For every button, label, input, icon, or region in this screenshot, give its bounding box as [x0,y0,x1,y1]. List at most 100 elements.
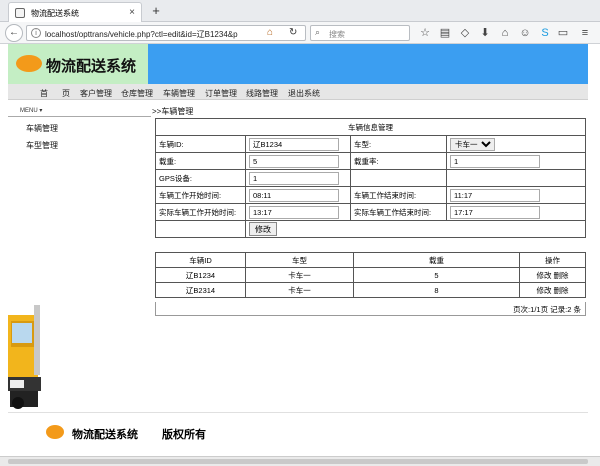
search-box[interactable]: ⌕ 搜索 [310,25,410,41]
side-item-vehicles[interactable]: 车辆管理 [26,123,58,134]
row-actions: 修改 删除 [519,282,586,298]
reload-icon[interactable]: ↻ [289,27,297,38]
actual-start-label: 实际车辆工作开始时间: [155,203,246,221]
menu-logout[interactable]: 退出系统 [288,88,320,99]
vehicle-id-label: 车辆ID: [155,135,246,153]
url-text: localhost/opttrans/vehicle.php?ctl=edit&… [45,30,238,39]
menu-vehicles[interactable]: 车辆管理 [163,88,195,99]
empty-cell [350,169,447,187]
menu-home-1[interactable]: 首 [40,88,48,99]
vehicle-list-table: 车辆ID 车型 载重 操作 辽B1234 卡车一 5 修改 删除 辽B2314 … [155,252,586,298]
browser-tab[interactable]: 物流配送系统 × [8,2,142,22]
site-logo: 物流配送系统 [8,44,148,84]
edit-link[interactable]: 修改 [536,286,551,295]
col-header-actions: 操作 [519,252,586,268]
col-header-id: 车辆ID [155,252,246,268]
menu-routes[interactable]: 线路管理 [246,88,278,99]
start-time-cell [245,186,351,204]
end-time-input[interactable] [450,188,540,202]
scrollbar-thumb[interactable] [8,459,588,464]
logo-sun-icon [16,55,42,72]
bookmark-star-icon[interactable]: ☆ [418,26,432,40]
gps-label: GPS设备: [155,169,246,187]
browser-navbar: ← i localhost/opttrans/vehicle.php?ctl=e… [0,22,600,44]
hamburger-menu-icon[interactable]: ≡ [578,26,592,40]
download-icon[interactable]: ⬇ [478,26,492,40]
gps-cell [245,169,351,187]
load-label: 载重: [155,152,246,170]
load-rate-cell [446,152,586,170]
form-title: 车辆信息管理 [155,118,586,136]
row-type: 卡车一 [245,267,354,283]
row-type: 卡车一 [245,282,354,298]
emoji-icon[interactable]: ☺ [518,26,532,40]
search-icon: ⌕ [315,27,321,37]
pocket-icon[interactable]: ◇ [458,26,472,40]
end-time-cell [446,186,586,204]
empty-cell [446,169,586,187]
empty-cell [155,220,246,238]
top-menu: 首 页 客户管理 仓库管理 车辆管理 订单管理 线路管理 退出系统 [8,84,588,100]
footer-logo-icon [46,425,64,439]
row-actions: 修改 删除 [519,267,586,283]
load-rate-label: 载重率: [350,152,447,170]
home-icon[interactable]: ⌂ [267,27,273,38]
home-toolbar-icon[interactable]: ⌂ [498,26,512,40]
actual-end-cell [446,203,586,221]
delete-link[interactable]: 删除 [554,286,569,295]
load-input[interactable] [249,154,339,168]
row-load: 8 [353,282,520,298]
search-placeholder: 搜索 [329,30,345,39]
vehicle-id-input[interactable] [249,137,339,151]
actual-end-label: 实际车辆工作结束时间: [350,203,447,221]
menu-home-2[interactable]: 页 [62,88,70,99]
page-icon [15,8,25,18]
row-id: 辽B1234 [155,267,246,283]
site-footer: 物流配送系统 版权所有 [8,412,588,456]
menu-customers[interactable]: 客户管理 [80,88,112,99]
new-tab-button[interactable]: + [148,3,164,19]
back-icon[interactable]: ← [5,24,23,42]
tab-title: 物流配送系统 [31,9,79,18]
row-load: 5 [353,267,520,283]
row-id: 辽B2314 [155,282,246,298]
type-select[interactable]: 卡车一 [450,137,495,151]
breadcrumb: >>车辆管理 [152,107,194,116]
footer-name: 物流配送系统 [72,429,138,441]
logo-text: 物流配送系统 [46,58,137,75]
url-bar[interactable]: i localhost/opttrans/vehicle.php?ctl=edi… [26,25,306,41]
submit-button[interactable]: 修改 [249,222,277,236]
type-label: 车型: [350,135,447,153]
start-time-label: 车辆工作开始时间: [155,186,246,204]
edit-link[interactable]: 修改 [536,271,551,280]
close-tab-icon[interactable]: × [129,7,135,18]
load-cell [245,152,351,170]
menu-warehouse[interactable]: 仓库管理 [121,88,153,99]
skype-icon[interactable]: S [538,26,552,40]
col-header-load: 载重 [353,252,520,268]
end-time-label: 车辆工作结束时间: [350,186,447,204]
pager: 页次:1/1页 记录:2 条 [155,302,586,316]
reader-icon[interactable]: ▤ [438,26,452,40]
menu-orders[interactable]: 订单管理 [205,88,237,99]
type-cell: 卡车一 [446,135,586,153]
actual-start-input[interactable] [249,205,339,219]
delete-link[interactable]: 删除 [554,271,569,280]
load-rate-input[interactable] [450,154,540,168]
gps-input[interactable] [249,171,339,185]
side-menu-label: MENU ▾ [8,104,151,117]
info-icon[interactable]: i [31,28,41,38]
vehicle-form-table: 车辆信息管理 车辆ID: 车型: 卡车一 载重: 载重率: GPS设备: 车辆工… [155,118,586,238]
actual-end-input[interactable] [450,205,540,219]
chat-icon[interactable]: ▭ [556,26,570,40]
table-row: 辽B2314 卡车一 8 修改 删除 [155,282,586,298]
side-item-vehicle-types[interactable]: 车型管理 [26,140,58,151]
start-time-input[interactable] [249,188,339,202]
submit-cell: 修改 [245,220,586,238]
table-row: 辽B1234 卡车一 5 修改 删除 [155,267,586,283]
footer-copyright: 版权所有 [162,429,206,441]
truck-image [8,305,41,409]
vehicle-id-cell [245,135,351,153]
horizontal-scrollbar[interactable] [0,456,600,466]
col-header-type: 车型 [245,252,354,268]
